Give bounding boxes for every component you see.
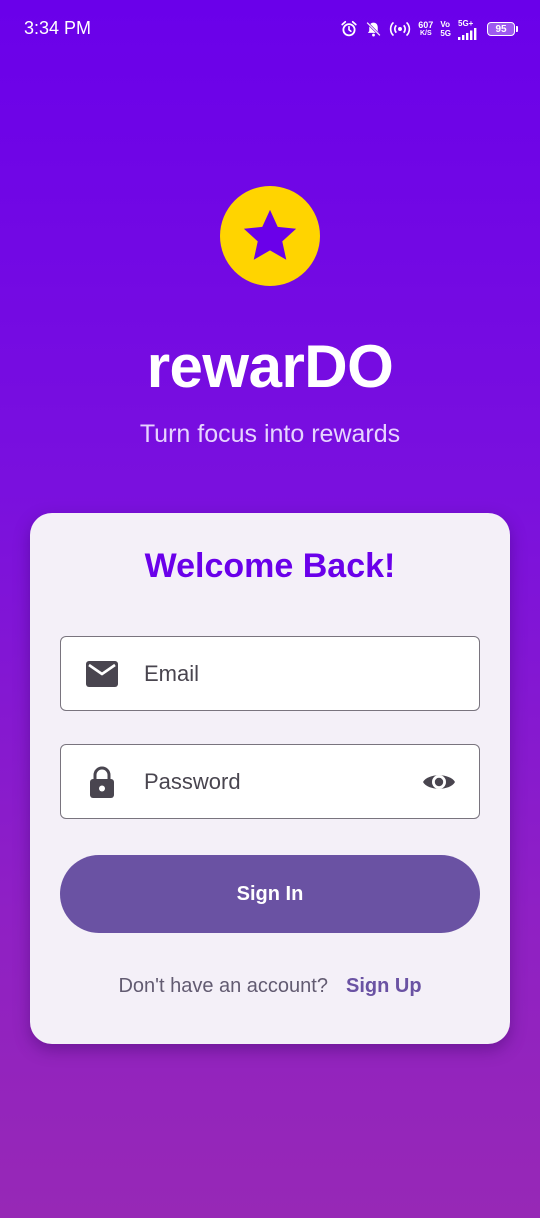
app-tagline: Turn focus into rewards — [139, 420, 401, 448]
hotspot-icon — [389, 20, 411, 38]
network-plus-label: 5G+ — [458, 18, 474, 28]
network-type-label: 5G — [440, 29, 451, 38]
network-speed-unit: K/S — [419, 29, 432, 37]
network-speed: 607 K/S — [418, 19, 434, 38]
alarm-icon — [340, 20, 358, 38]
email-placeholder: Email — [144, 661, 200, 686]
status-time: 3:34 PM — [24, 18, 92, 38]
signup-row: Don't have an account? Sign Up — [30, 975, 510, 998]
welcome-heading: Welcome Back! — [144, 547, 396, 585]
password-field[interactable]: Password — [60, 744, 480, 819]
status-icons: 607 K/S Vo 5G 5G+ 95 — [340, 16, 518, 42]
vo-label: Vo — [440, 20, 450, 29]
bell-off-icon — [365, 20, 382, 38]
app-title: rewarDO — [146, 333, 394, 400]
mail-icon — [85, 659, 119, 689]
eye-icon[interactable] — [421, 767, 457, 797]
battery-icon: 95 — [487, 22, 518, 36]
sign-in-button[interactable]: Sign In — [60, 855, 480, 933]
battery-level: 95 — [487, 22, 515, 36]
battery-tip — [516, 26, 518, 32]
password-placeholder: Password — [144, 769, 241, 794]
app-logo — [220, 186, 320, 286]
volte-indicator: Vo 5G — [440, 20, 451, 38]
login-card: Welcome Back! Email Password Sign In Don… — [30, 513, 510, 1044]
signup-prompt: Don't have an account? — [118, 975, 328, 997]
status-bar: 3:34 PM 607 K/S Vo 5G 5G+ 95 — [0, 0, 540, 58]
email-field[interactable]: Email — [60, 636, 480, 711]
sign-up-link[interactable]: Sign Up — [346, 975, 422, 998]
signal-icon — [458, 27, 477, 40]
signal-indicator: 5G+ — [458, 19, 480, 40]
lock-icon — [85, 766, 119, 798]
network-speed-value: 607 — [418, 19, 434, 30]
star-icon — [243, 209, 297, 260]
